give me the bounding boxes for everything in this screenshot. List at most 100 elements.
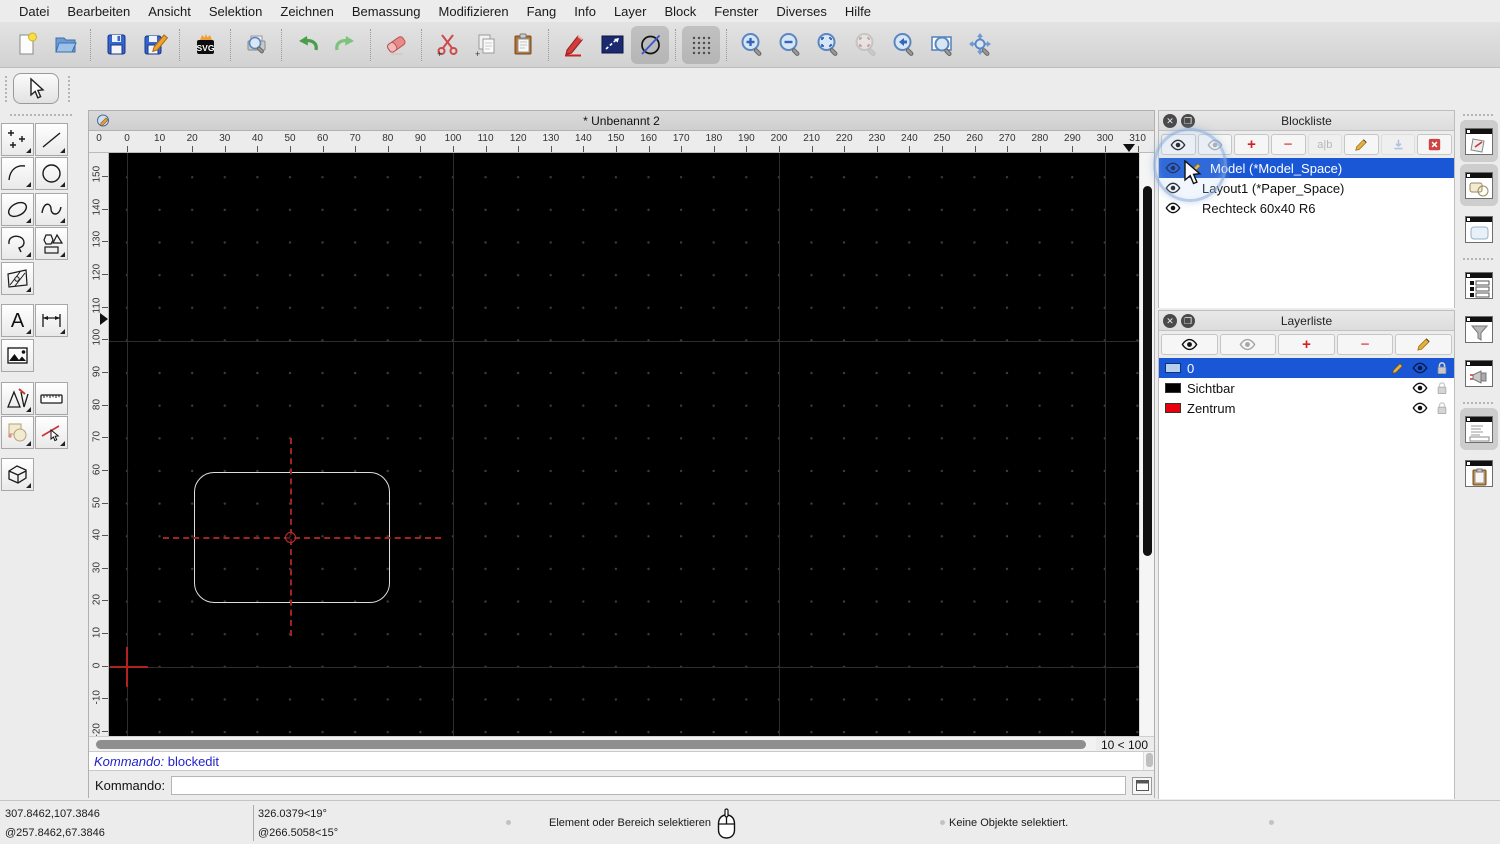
menu-diverses[interactable]: Diverses <box>767 4 836 19</box>
pen-attributes-button[interactable] <box>555 26 593 64</box>
print-preview-button[interactable] <box>237 26 275 64</box>
show-all-blocks-button[interactable] <box>1161 134 1196 155</box>
layer-row-sichtbar[interactable]: Sichtbar <box>1159 378 1454 398</box>
command-echo-dock-button[interactable] <box>1460 352 1498 394</box>
eye-icon[interactable] <box>1412 382 1428 394</box>
delete-block-button[interactable] <box>1417 134 1452 155</box>
measure-tool[interactable] <box>35 382 68 415</box>
eye-icon[interactable] <box>1412 362 1428 374</box>
drawing-window-titlebar[interactable]: * Unbenannt 2 <box>89 111 1154 131</box>
eye-icon[interactable] <box>1165 202 1181 214</box>
clipboard-dock-button[interactable] <box>1460 452 1498 494</box>
line-attributes-button[interactable] <box>593 26 631 64</box>
remove-layer-button[interactable]: − <box>1336 334 1394 355</box>
horizontal-scrollbar-thumb[interactable] <box>96 740 1086 749</box>
menu-ansicht[interactable]: Ansicht <box>139 4 200 19</box>
menu-selektion[interactable]: Selektion <box>200 4 271 19</box>
lock-icon[interactable] <box>1436 381 1448 395</box>
layer-row-0[interactable]: 0 <box>1159 358 1454 378</box>
zoom-pan-button[interactable] <box>961 26 999 64</box>
layer-list-dock-button[interactable] <box>1460 264 1498 306</box>
command-window-button[interactable] <box>1132 776 1153 795</box>
block-row-rechteck[interactable]: Rechteck 60x40 R6 <box>1159 198 1454 218</box>
drawing-canvas[interactable] <box>109 153 1141 736</box>
menu-hilfe[interactable]: Hilfe <box>836 4 880 19</box>
undo-button[interactable] <box>288 26 326 64</box>
zoom-previous-button[interactable] <box>885 26 923 64</box>
hide-all-blocks-button[interactable] <box>1197 134 1233 155</box>
menu-layer[interactable]: Layer <box>605 4 656 19</box>
lock-icon[interactable] <box>1436 401 1448 415</box>
history-scrollbar[interactable] <box>1143 752 1154 770</box>
menu-zeichnen[interactable]: Zeichnen <box>271 4 342 19</box>
canvas-horizontal-scrollbar[interactable] <box>89 737 1096 752</box>
save-button[interactable] <box>97 26 135 64</box>
menu-info[interactable]: Info <box>565 4 605 19</box>
menu-bemassung[interactable]: Bemassung <box>343 4 430 19</box>
canvas-vertical-scrollbar[interactable] <box>1139 153 1154 736</box>
grid-toggle-button[interactable] <box>682 25 720 64</box>
construction-tool[interactable] <box>1 382 34 415</box>
insert-block-button[interactable] <box>1380 134 1416 155</box>
polyline-tool[interactable] <box>1 227 34 260</box>
float-panel-icon[interactable]: ❐ <box>1181 314 1195 328</box>
close-icon[interactable]: ✕ <box>1163 314 1177 328</box>
circle-tool-button[interactable] <box>631 25 669 64</box>
library-dock-button[interactable] <box>1460 208 1498 250</box>
block-dock-button[interactable] <box>1460 164 1498 206</box>
points-tool[interactable] <box>1 123 34 156</box>
image-tool[interactable] <box>1 339 34 372</box>
vertical-scrollbar-thumb[interactable] <box>1143 186 1152 556</box>
cut-button[interactable]: + <box>428 26 466 64</box>
rename-block-button[interactable]: a|b <box>1307 134 1343 155</box>
add-block-button[interactable]: + <box>1234 134 1269 155</box>
arc-tool[interactable] <box>1 157 34 190</box>
close-icon[interactable]: ✕ <box>1163 114 1177 128</box>
solid-3d-tool[interactable] <box>1 458 34 491</box>
filter-dock-button[interactable] <box>1460 308 1498 350</box>
zoom-in-button[interactable] <box>733 26 771 64</box>
eye-icon[interactable] <box>1412 402 1428 414</box>
ellipse-tool[interactable] <box>1 193 34 226</box>
menu-block[interactable]: Block <box>655 4 705 19</box>
block-row-model[interactable]: Model (*Model_Space) <box>1159 158 1454 178</box>
select-entity-tool[interactable] <box>35 416 68 449</box>
redo-button[interactable] <box>326 26 364 64</box>
copy-button[interactable]: + <box>466 26 504 64</box>
circle-tool[interactable] <box>35 157 68 190</box>
menu-fenster[interactable]: Fenster <box>705 4 767 19</box>
block-row-layout1[interactable]: Layout1 (*Paper_Space) <box>1159 178 1454 198</box>
spline-tool[interactable] <box>35 193 68 226</box>
history-scrollbar-thumb[interactable] <box>1146 753 1153 767</box>
menu-fang[interactable]: Fang <box>518 4 566 19</box>
zoom-selection-button[interactable] <box>847 26 885 64</box>
zoom-window-button[interactable] <box>923 26 961 64</box>
eye-icon[interactable] <box>1165 182 1181 194</box>
line-tool[interactable] <box>35 123 68 156</box>
command-input[interactable] <box>171 776 1127 795</box>
layer-row-zentrum[interactable]: Zentrum <box>1159 398 1454 418</box>
hide-all-layers-button[interactable] <box>1219 334 1277 355</box>
select-arrow-button[interactable] <box>13 73 59 104</box>
float-panel-icon[interactable]: ❐ <box>1181 114 1195 128</box>
show-all-layers-button[interactable] <box>1161 334 1218 355</box>
dimension-tool[interactable] <box>35 304 68 337</box>
add-layer-button[interactable]: + <box>1278 334 1335 355</box>
command-line-dock-button[interactable] <box>1460 408 1498 450</box>
modify-tool[interactable] <box>1 416 34 449</box>
pen-attributes-dock-button[interactable] <box>1460 120 1498 162</box>
pencil-icon[interactable] <box>1391 362 1404 375</box>
paste-button[interactable] <box>504 26 542 64</box>
hatch-tool[interactable] <box>1 262 34 295</box>
edit-block-button[interactable] <box>1344 134 1379 155</box>
lock-icon[interactable] <box>1436 361 1448 375</box>
zoom-out-button[interactable] <box>771 26 809 64</box>
eraser-button[interactable] <box>377 26 415 64</box>
edit-layer-button[interactable] <box>1395 334 1452 355</box>
menu-bearbeiten[interactable]: Bearbeiten <box>58 4 139 19</box>
text-tool[interactable]: A <box>1 304 34 337</box>
remove-block-button[interactable]: − <box>1270 134 1306 155</box>
polygon-shapes-tool[interactable] <box>35 227 68 260</box>
zoom-auto-button[interactable] <box>809 26 847 64</box>
svg-export-button[interactable]: SVG <box>186 26 224 64</box>
